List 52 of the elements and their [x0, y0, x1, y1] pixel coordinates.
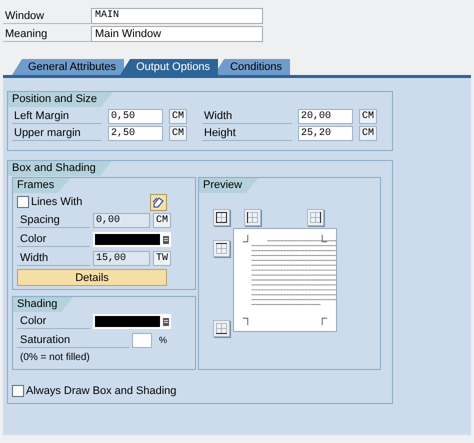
field-label: Width: [17, 251, 90, 266]
checkbox[interactable]: [12, 385, 24, 398]
field-label: Upper margin: [12, 126, 102, 141]
border-icon: [310, 212, 321, 223]
group-title: Box and Shading: [8, 161, 112, 176]
input-field[interactable]: Main Window: [91, 26, 263, 42]
pencil-icon: [152, 196, 165, 208]
input-field[interactable]: 20,00: [298, 109, 353, 124]
checkbox[interactable]: [17, 196, 29, 208]
border-icon: [216, 212, 227, 223]
unit-label: CM: [169, 109, 188, 124]
tab[interactable]: Output Options: [120, 59, 218, 75]
details-button[interactable]: Details: [17, 269, 167, 286]
input-field[interactable]: 25,20: [298, 126, 353, 141]
input-field[interactable]: 2,50: [108, 126, 163, 141]
input-field[interactable]: 0,50: [108, 109, 163, 124]
group-title: Frames: [13, 178, 70, 193]
group-title: Position and Size: [8, 92, 113, 107]
unit-label: CM: [359, 126, 378, 141]
unit-label: %: [158, 334, 168, 347]
input-field[interactable]: MAIN: [91, 8, 263, 24]
frame-option-button[interactable]: [213, 320, 230, 337]
unit-label: CM: [169, 126, 188, 141]
hint-text: (0% = not filled): [19, 351, 91, 365]
field-label: Saturation: [17, 333, 129, 348]
field-label: Color: [17, 314, 90, 329]
group-title: Preview: [199, 178, 258, 193]
checkbox-label: Always Draw Box and Shading: [26, 384, 176, 399]
border-icon: [216, 323, 227, 334]
field-label: Color: [17, 232, 90, 247]
frame-option-button[interactable]: [307, 209, 324, 226]
dropdown-icon[interactable]: [163, 318, 169, 326]
tab[interactable]: General Attributes: [12, 59, 124, 75]
unit-label: TW: [153, 251, 172, 266]
field-label: Height: [202, 126, 292, 141]
checkbox-label: Lines With: [31, 194, 82, 210]
field-label: Spacing: [17, 213, 90, 228]
color-swatch[interactable]: [95, 316, 160, 327]
color-swatch[interactable]: [95, 234, 160, 245]
unit-label: CM: [153, 213, 172, 228]
border-icon: [247, 212, 258, 223]
field-label: Left Margin: [12, 109, 102, 124]
input-field[interactable]: [132, 333, 152, 348]
group-title: Shading: [13, 297, 74, 312]
frame-option-button[interactable]: [244, 209, 261, 226]
unit-label: CM: [359, 109, 378, 124]
field-label: Width: [202, 109, 292, 124]
frame-option-button[interactable]: [213, 209, 230, 226]
frame-option-button[interactable]: [213, 240, 230, 257]
edit-button[interactable]: [150, 194, 167, 210]
border-icon: [216, 243, 227, 254]
dropdown-icon[interactable]: [163, 236, 169, 244]
